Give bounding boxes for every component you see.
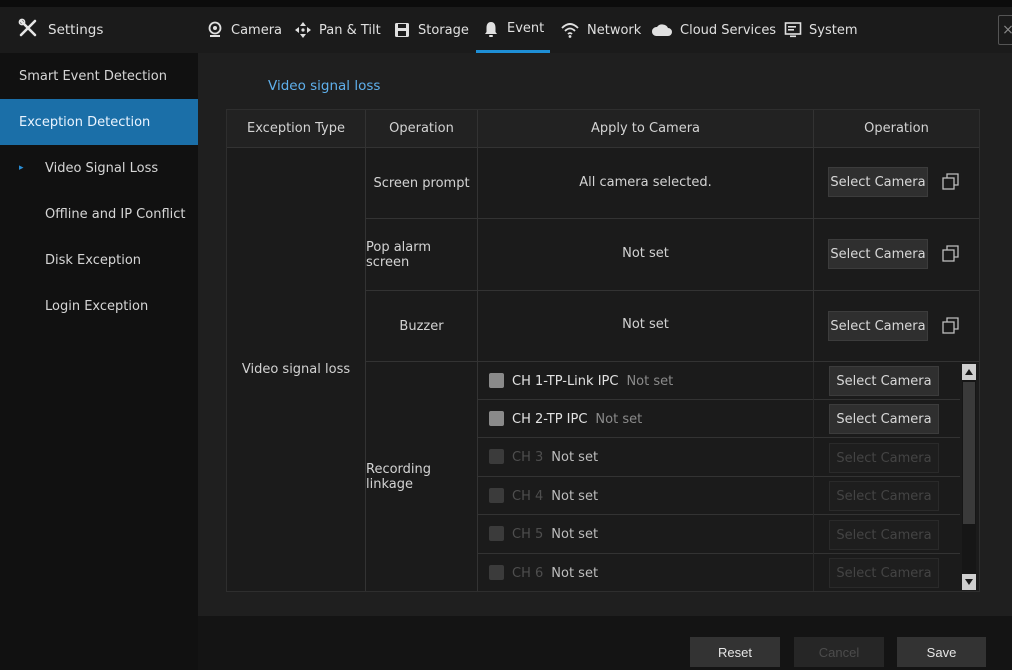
reset-button[interactable]: Reset: [690, 637, 780, 667]
sidebar-item-label: Disk Exception: [45, 252, 142, 268]
channel-checkbox[interactable]: [489, 373, 504, 388]
tab-label: Network: [587, 22, 642, 38]
sidebar-item-disk-exception[interactable]: Disk Exception: [0, 237, 198, 283]
tab-camera[interactable]: Camera: [206, 7, 282, 53]
tab-label: System: [809, 22, 858, 38]
channel-name: CH 1-TP-Link IPC: [512, 373, 619, 389]
select-camera-button: Select Camera: [829, 558, 939, 588]
tab-network[interactable]: Network: [560, 7, 641, 53]
operation-name: Pop alarm screen: [366, 239, 432, 270]
channel-name: CH 5: [512, 526, 544, 542]
scroll-up-button[interactable]: [962, 364, 976, 380]
footer-bar: Reset Cancel Save: [198, 616, 1012, 670]
select-camera-button: Select Camera: [829, 520, 939, 550]
channel-status: Not set: [551, 526, 599, 542]
sidebar-item-label: Smart Event Detection: [19, 68, 167, 84]
monitor-icon: [784, 21, 802, 39]
channel-label: CH 2-TP IPC Not set: [512, 400, 642, 438]
settings-header: Settings: [18, 7, 103, 53]
operation-name: Screen prompt: [373, 175, 470, 191]
sidebar-item-login-exception[interactable]: Login Exception: [0, 283, 198, 329]
operation-name: Buzzer: [399, 318, 444, 334]
channel-name: CH 4: [512, 488, 544, 504]
header-operation-actions: Operation: [864, 121, 929, 136]
tab-label: Camera: [231, 22, 283, 38]
header-apply-to-camera: Apply to Camera: [590, 121, 701, 136]
channel-label: CH 3 Not set: [512, 438, 598, 476]
sidebar-item-label: Exception Detection: [19, 114, 151, 130]
sidebar-item-label: Video Signal Loss: [45, 160, 159, 176]
arrow-up-icon: [964, 365, 974, 380]
copy-icon[interactable]: [941, 244, 961, 264]
sidebar-item-label: Offline and IP Conflict: [45, 206, 186, 222]
save-button[interactable]: Save: [897, 637, 986, 667]
camera-icon: [206, 21, 224, 39]
channel-name: CH 2-TP IPC: [512, 411, 588, 427]
channel-status: Not set: [626, 373, 674, 389]
tab-cloud-services[interactable]: Cloud Services: [651, 7, 776, 53]
channel-label: CH 1-TP-Link IPC Not set: [512, 362, 673, 400]
channel-status: Not set: [595, 411, 643, 427]
copy-icon[interactable]: [941, 172, 961, 192]
tab-label: Event: [507, 21, 545, 36]
scroll-down-button[interactable]: [962, 574, 976, 590]
sidebar-item-label: Login Exception: [45, 298, 149, 314]
channel-label: CH 6 Not set: [512, 554, 598, 592]
settings-title: Settings: [48, 22, 104, 38]
scrollbar-thumb[interactable]: [963, 382, 975, 524]
apply-to-camera-value: Not set: [622, 245, 669, 261]
channel-checkbox: [489, 526, 504, 541]
tab-event[interactable]: Event: [476, 7, 551, 53]
channel-checkbox: [489, 488, 504, 503]
sidebar-item-offline-ip-conflict[interactable]: Offline and IP Conflict: [0, 191, 198, 237]
select-camera-button[interactable]: Select Camera: [829, 366, 939, 396]
select-camera-button[interactable]: Select Camera: [829, 404, 939, 434]
section-title: Video signal loss: [268, 78, 381, 94]
channel-checkbox[interactable]: [489, 411, 504, 426]
cancel-button: Cancel: [794, 637, 884, 667]
arrow-down-icon: [964, 575, 974, 590]
close-icon: ×: [1002, 22, 1012, 38]
channel-label: CH 4 Not set: [512, 477, 598, 515]
header-operation: Operation: [389, 121, 454, 136]
select-camera-button[interactable]: Select Camera: [828, 239, 928, 269]
tab-system[interactable]: System: [784, 7, 857, 53]
tab-label: Pan & Tilt: [319, 22, 381, 38]
channel-status: Not set: [551, 488, 599, 504]
sidebar-item-video-signal-loss[interactable]: ▸ Video Signal Loss: [0, 145, 198, 191]
header-exception-type: Exception Type: [247, 121, 345, 136]
select-camera-button[interactable]: Select Camera: [828, 311, 928, 341]
channel-checkbox: [489, 565, 504, 580]
channel-checkbox: [489, 449, 504, 464]
top-navigation-bar: Settings Camera Pan & Tilt Storage Event…: [0, 7, 1012, 53]
current-item-marker-icon: ▸: [19, 163, 24, 173]
channel-status: Not set: [551, 565, 599, 581]
wifi-icon: [560, 21, 580, 39]
tools-icon: [18, 18, 38, 42]
channel-label: CH 5 Not set: [512, 515, 598, 553]
bell-icon: [482, 20, 500, 38]
tab-label: Storage: [418, 22, 469, 38]
close-button[interactable]: ×: [998, 15, 1012, 45]
tab-label: Cloud Services: [680, 22, 777, 38]
sidebar-item-smart-event-detection[interactable]: Smart Event Detection: [0, 53, 198, 99]
sidebar-item-exception-detection[interactable]: Exception Detection: [0, 99, 198, 145]
apply-to-camera-value: All camera selected.: [579, 174, 712, 190]
tab-pan-tilt[interactable]: Pan & Tilt: [294, 7, 381, 53]
channel-name: CH 3: [512, 449, 544, 465]
channel-status: Not set: [551, 449, 599, 465]
select-camera-button[interactable]: Select Camera: [828, 167, 928, 197]
exception-type-cell: Video signal loss: [241, 362, 351, 377]
pan-tilt-icon: [294, 21, 312, 39]
storage-icon: [393, 21, 411, 39]
tab-storage[interactable]: Storage: [393, 7, 469, 53]
cloud-icon: [651, 22, 673, 38]
copy-icon[interactable]: [941, 316, 961, 336]
apply-to-camera-value: Not set: [622, 317, 669, 332]
operation-name: Recording linkage: [366, 461, 432, 492]
select-camera-button: Select Camera: [829, 443, 939, 473]
select-camera-button: Select Camera: [829, 481, 939, 511]
channel-name: CH 6: [512, 565, 544, 581]
